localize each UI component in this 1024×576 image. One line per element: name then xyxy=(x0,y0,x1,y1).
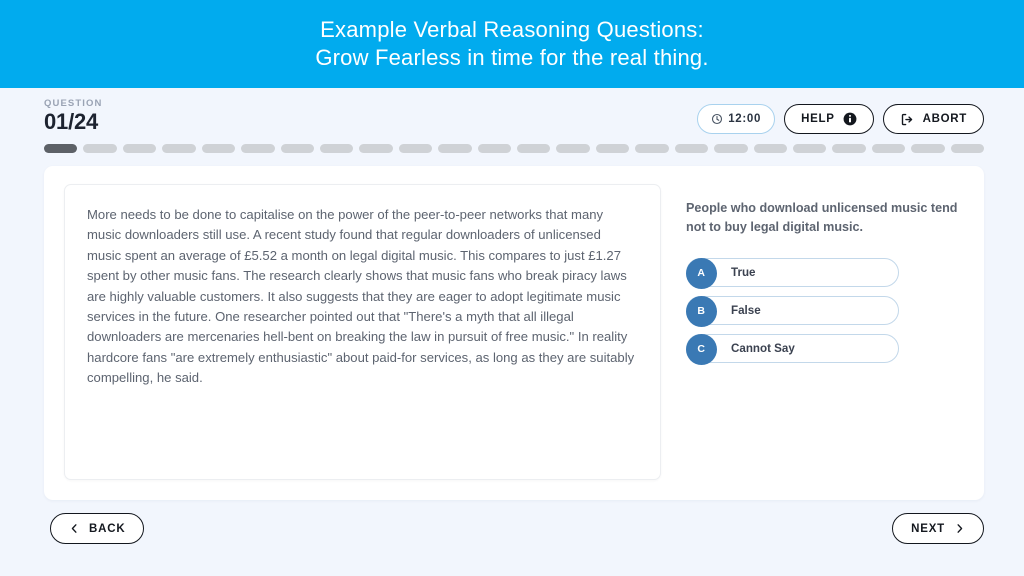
passage-box: More needs to be done to capitalise on t… xyxy=(64,184,661,480)
answer-option-key: A xyxy=(685,257,717,289)
question-label: QUESTION xyxy=(44,98,103,109)
next-button[interactable]: NEXT xyxy=(892,513,984,544)
assessment-screen: Example Verbal Reasoning Questions: Grow… xyxy=(0,0,1024,576)
back-button-label: BACK xyxy=(89,522,126,535)
question-statement: People who download unlicensed music ten… xyxy=(686,201,958,234)
test-header: QUESTION 01/24 12:00 HELP ABORT xyxy=(0,88,1024,146)
question-counter-block: QUESTION 01/24 xyxy=(44,98,102,134)
clock-icon xyxy=(711,113,723,125)
answer-option-c[interactable]: C Cannot Say xyxy=(685,333,899,365)
next-button-label: NEXT xyxy=(911,522,945,535)
chevron-right-icon xyxy=(954,523,965,534)
abort-button-label: ABORT xyxy=(922,113,967,125)
chevron-left-icon xyxy=(69,523,80,534)
answer-option-a[interactable]: A True xyxy=(685,257,899,289)
timer-button[interactable]: 12:00 xyxy=(697,104,776,134)
abort-button[interactable]: ABORT xyxy=(882,104,984,134)
header-actions: 12:00 HELP ABORT xyxy=(697,104,984,134)
navigation-footer: BACK NEXT xyxy=(0,500,1024,544)
answer-option-label: False xyxy=(731,304,761,317)
answer-option-label: True xyxy=(731,266,756,279)
question-panel: People who download unlicensed music ten… xyxy=(661,184,964,480)
answer-option-label: Cannot Say xyxy=(731,342,795,355)
help-button-label: HELP xyxy=(801,113,835,125)
page-banner: Example Verbal Reasoning Questions: Grow… xyxy=(0,0,1024,88)
timer-value: 12:00 xyxy=(728,113,762,125)
back-button[interactable]: BACK xyxy=(50,513,145,544)
info-icon xyxy=(843,112,857,126)
help-button[interactable]: HELP xyxy=(784,104,874,134)
banner-title-line-1: Example Verbal Reasoning Questions: xyxy=(320,17,704,42)
exit-icon xyxy=(900,112,915,127)
question-counter-value: 01/24 xyxy=(44,109,99,134)
answer-option-key: C xyxy=(685,333,717,365)
banner-title-line-2: Grow Fearless in time for the real thing… xyxy=(315,45,709,70)
answer-option-b[interactable]: B False xyxy=(685,295,899,327)
answer-option-key: B xyxy=(685,295,717,327)
question-card: More needs to be done to capitalise on t… xyxy=(44,166,984,500)
passage-text: More needs to be done to capitalise on t… xyxy=(87,207,635,386)
answer-options: A True B False C Cannot Say xyxy=(685,257,964,365)
